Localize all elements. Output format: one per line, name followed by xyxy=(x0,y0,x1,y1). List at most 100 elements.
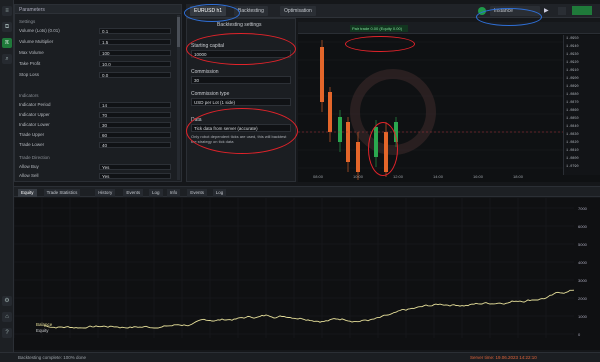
param-value-input[interactable]: Yes xyxy=(99,172,171,179)
param-label: Stop Loss xyxy=(19,72,40,77)
param-value-input[interactable]: 100 xyxy=(99,49,171,56)
price-tick-label: 1.0950 xyxy=(566,37,579,41)
params-scrollbar[interactable] xyxy=(177,15,180,180)
time-tick-label: 16:00 xyxy=(473,174,484,179)
param-row: Max Volume 100 xyxy=(19,49,177,56)
candle-body xyxy=(346,122,350,162)
parameters-title: Parameters xyxy=(15,5,181,14)
bottom-tab[interactable]: Events xyxy=(187,189,207,197)
run-button[interactable] xyxy=(572,6,592,15)
candle-body xyxy=(356,142,360,172)
highlight-starting-capital xyxy=(186,33,296,65)
equity-y-label: 6000 xyxy=(578,224,588,229)
balance-indicator: Pair trade 0.00 (Equity 0.00) xyxy=(350,25,408,32)
stop-icon[interactable] xyxy=(558,7,566,15)
price-tick-label: 1.0890 xyxy=(566,85,579,89)
param-label: Take Profit xyxy=(19,61,41,66)
equity-chart[interactable]: 7000 6000 5000 4000 3000 2000 1000 0 Balance Eq… xyxy=(13,198,600,350)
param-value-input[interactable]: 60 xyxy=(99,131,171,138)
price-tick-label: 1.0860 xyxy=(566,109,579,113)
param-label: Indicator Lower xyxy=(19,122,50,127)
lock-icon[interactable]: ⌂ xyxy=(2,312,12,322)
param-label: Indicator Period xyxy=(19,102,51,107)
param-label: Max Volume xyxy=(19,50,44,55)
tab-optimisation[interactable]: Optimisation xyxy=(280,6,316,16)
status-left: Backtesting complete: 100% done xyxy=(18,355,87,360)
candle-body xyxy=(320,47,324,102)
param-label: Allow Buy xyxy=(19,164,39,169)
param-value-input[interactable]: 30 xyxy=(99,121,171,128)
section-indicators: Indicators xyxy=(19,93,39,98)
bottom-tab[interactable]: Log xyxy=(149,189,163,197)
param-label: Trade Upper xyxy=(19,132,45,137)
bottom-tab[interactable]: Trade Statistics xyxy=(43,189,81,197)
price-chart[interactable]: 08:00 10:00 12:00 14:00 16:00 18:00 xyxy=(298,22,600,182)
param-label: Trade Lower xyxy=(19,142,45,147)
price-tick-label: 1.0790 xyxy=(566,165,579,169)
price-tick-label: 1.0900 xyxy=(566,77,579,81)
commission-type-select[interactable]: USD per Lot (1 side) xyxy=(191,98,291,106)
legend-equity: Equity xyxy=(36,328,49,333)
param-row: Stop Loss 0.0 xyxy=(19,71,177,78)
bottom-tab[interactable]: Equity xyxy=(18,189,37,197)
commission-input[interactable]: 30 xyxy=(191,76,291,84)
candle-body xyxy=(338,117,342,142)
highlight-data xyxy=(186,108,298,154)
param-row: Volume Multiplier 1.5 xyxy=(19,38,177,45)
price-tick-label: 1.0920 xyxy=(566,61,579,65)
time-tick-label: 10:00 xyxy=(353,174,364,179)
copy-icon[interactable]: ⧉ xyxy=(2,22,12,32)
candles-svg: 08:00 10:00 12:00 14:00 16:00 18:00 xyxy=(298,40,563,180)
equity-y-label: 7000 xyxy=(578,206,588,211)
price-tick-label: 1.0830 xyxy=(566,133,579,137)
param-value-input[interactable]: 10.0 xyxy=(99,60,171,67)
highlight-balance xyxy=(345,36,415,52)
price-tick-label: 1.0820 xyxy=(566,141,579,145)
param-row: Allow Sell Yes xyxy=(19,172,177,179)
param-value-input[interactable]: 70 xyxy=(99,111,171,118)
param-label: Allow Sell xyxy=(19,173,39,178)
commission-type-label: Commission type xyxy=(191,91,230,97)
equity-y-label: 5000 xyxy=(578,242,588,247)
left-toolbar: ≡ ⧉ π ⌕ ⚙ ⌂ ? xyxy=(0,0,14,362)
param-label: Indicator Upper xyxy=(19,112,50,117)
search-icon[interactable]: ⌕ xyxy=(2,54,12,64)
time-tick-label: 08:00 xyxy=(313,174,324,179)
param-row: Trade Lower 40 xyxy=(19,141,177,148)
server-time: Server time: 19.06.2023 14:22:10 xyxy=(470,355,537,360)
bottom-tab[interactable]: History xyxy=(95,189,116,197)
backtesting-settings-title: Backtesting settings xyxy=(217,22,262,28)
trade-icon[interactable]: π xyxy=(2,38,12,48)
param-value-input[interactable]: 0.0 xyxy=(99,71,171,78)
section-settings: Settings xyxy=(19,19,36,24)
param-row: Indicator Upper 70 xyxy=(19,111,177,118)
commission-label: Commission xyxy=(191,69,219,75)
section-trade-direction: Trade Direction xyxy=(19,155,50,160)
settings-icon[interactable]: ⚙ xyxy=(2,296,12,306)
param-label: Volume Multiplier xyxy=(19,39,54,44)
param-value-input[interactable]: 14 xyxy=(99,101,171,108)
equity-y-label: 0 xyxy=(578,332,581,337)
play-icon[interactable]: ▶ xyxy=(544,7,552,15)
bottom-tab[interactable]: Info xyxy=(166,189,181,197)
param-label: Volume (Lots) (0.01) xyxy=(19,28,60,33)
bottom-tab[interactable]: Events xyxy=(123,189,144,197)
param-row: Indicator Lower 30 xyxy=(19,121,177,128)
param-value-input[interactable]: Yes xyxy=(99,163,171,170)
param-row: Trade Upper 60 xyxy=(19,131,177,138)
param-value-input[interactable]: 0.1 xyxy=(99,27,171,34)
bottom-tab[interactable]: Log xyxy=(212,189,227,197)
price-tick-label: 1.0940 xyxy=(566,45,579,49)
status-bar: Backtesting complete: 100% done Server t… xyxy=(0,352,600,362)
highlight-candles xyxy=(368,122,398,176)
bottom-tabs-bar: Equity Trade Statistics History Events Log In… xyxy=(14,186,600,197)
help-icon[interactable]: ? xyxy=(2,328,12,338)
price-tick-label: 1.0910 xyxy=(566,69,579,73)
parameters-panel: Parameters Settings Indicators Trade Dir… xyxy=(14,4,182,182)
param-value-input[interactable]: 1.5 xyxy=(99,38,171,45)
menu-icon[interactable]: ≡ xyxy=(2,6,12,16)
price-tick-label: 1.0810 xyxy=(566,149,579,153)
equity-y-label: 4000 xyxy=(578,260,588,265)
equity-y-label: 1000 xyxy=(578,314,588,319)
param-value-input[interactable]: 40 xyxy=(99,141,171,148)
